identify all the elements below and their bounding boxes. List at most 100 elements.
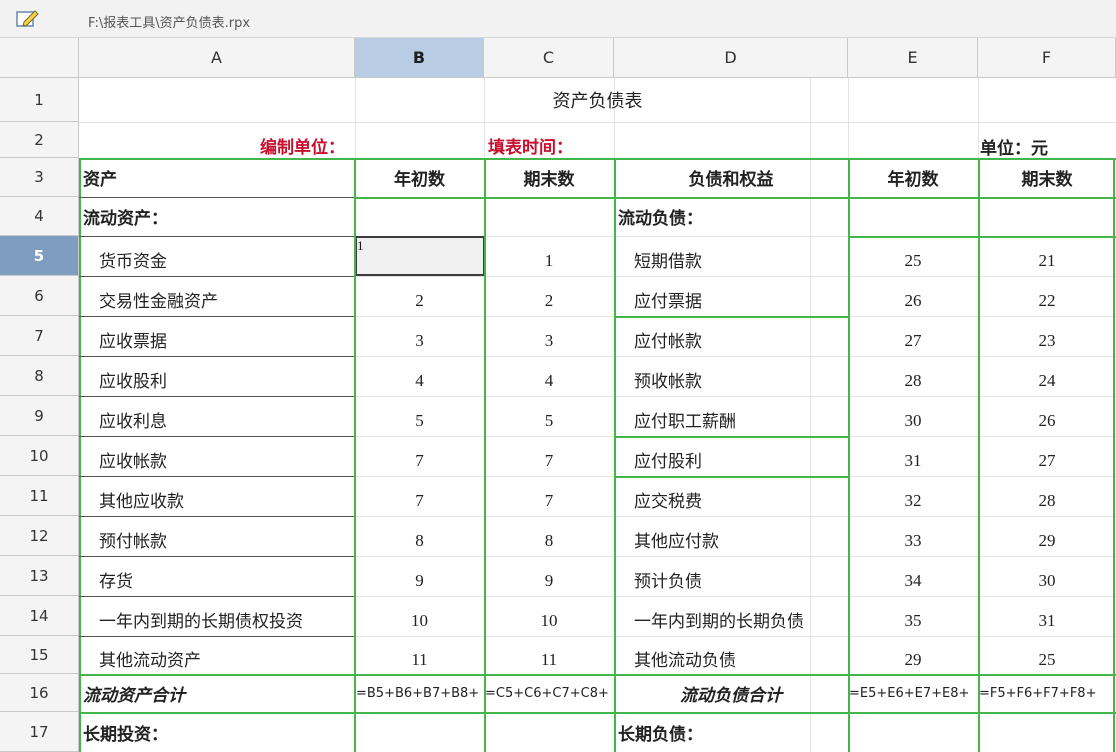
select-all-corner[interactable] <box>0 38 79 78</box>
row-header-15[interactable]: 15 <box>0 636 79 674</box>
asset-begin: 4 <box>415 371 424 390</box>
asset-name: 应收帐款 <box>99 451 167 472</box>
cell-border <box>79 276 354 277</box>
liability-end: 24 <box>1038 371 1056 390</box>
cell-border <box>79 396 354 397</box>
header-assets: 资产 <box>83 170 117 190</box>
column-header-b[interactable]: B <box>355 38 484 78</box>
column-header-c[interactable]: C <box>484 38 614 78</box>
formula-f16[interactable]: =F5+F6+F7+F8+ <box>978 674 1116 712</box>
liability-begin: 34 <box>904 571 922 590</box>
selected-cell-b5[interactable] <box>355 236 485 276</box>
cell-border <box>79 316 354 317</box>
column-header-f[interactable]: F <box>978 38 1116 78</box>
column-header-e[interactable]: E <box>848 38 978 78</box>
liability-end: 26 <box>1038 411 1056 430</box>
header-begin: 年初数 <box>394 170 445 190</box>
row-header-14[interactable]: 14 <box>0 596 79 636</box>
row-header-12[interactable]: 12 <box>0 516 79 556</box>
asset-name: 货币资金 <box>99 251 167 272</box>
row-header-9[interactable]: 9 <box>0 396 79 436</box>
row-header-10[interactable]: 10 <box>0 436 79 476</box>
table-border <box>354 158 356 752</box>
table-border <box>848 236 1116 238</box>
row-header-13[interactable]: 13 <box>0 556 79 596</box>
asset-begin: 7 <box>415 451 424 470</box>
table-border <box>978 158 980 752</box>
table-border <box>614 476 848 478</box>
column-header-a[interactable]: A <box>79 38 355 78</box>
cell-border <box>79 356 354 357</box>
table-border <box>848 158 850 752</box>
liability-name: 短期借款 <box>634 251 702 272</box>
liability-name: 应付股利 <box>634 451 702 472</box>
liability-end: 31 <box>1038 611 1056 630</box>
header-end: 期末数 <box>523 170 575 190</box>
fill-time-label: 填表时间： <box>488 137 573 158</box>
asset-end: 2 <box>544 291 554 310</box>
liability-end: 27 <box>1038 451 1056 470</box>
table-border <box>79 712 1116 714</box>
formula-c16[interactable]: =C5+C6+C7+C8+ <box>484 674 614 712</box>
table-border <box>614 316 848 318</box>
liability-name: 预计负债 <box>634 571 702 592</box>
asset-name: 预付帐款 <box>99 531 167 552</box>
cell-border <box>79 596 354 597</box>
row-header-4[interactable]: 4 <box>0 197 79 236</box>
column-header-d[interactable]: D <box>614 38 848 78</box>
table-border <box>614 158 616 752</box>
liability-begin: 25 <box>904 251 922 270</box>
asset-end: 7 <box>544 451 554 470</box>
current-assets-label: 流动资产： <box>83 209 168 229</box>
table-border <box>79 674 1116 676</box>
liability-name: 其他应付款 <box>634 531 719 552</box>
liability-name: 应交税费 <box>634 491 702 512</box>
asset-begin: 8 <box>415 531 424 550</box>
report-title: 资产负债表 <box>552 91 643 112</box>
liability-end: 23 <box>1038 331 1056 350</box>
row-header-7[interactable]: 7 <box>0 316 79 356</box>
formula-b16[interactable]: =B5+B6+B7+B8+ <box>355 674 484 712</box>
formula-e16[interactable]: =E5+E6+E7+E8+ <box>848 674 978 712</box>
liability-begin: 28 <box>904 371 922 390</box>
asset-begin: 7 <box>415 491 424 510</box>
row-header-2[interactable]: 2 <box>0 122 79 158</box>
asset-end: 1 <box>544 251 554 270</box>
asset-name: 其他流动资产 <box>99 650 201 671</box>
row-header-3[interactable]: 3 <box>0 158 79 197</box>
liability-begin: 26 <box>904 291 922 310</box>
row-header-8[interactable]: 8 <box>0 356 79 396</box>
asset-name: 应收票据 <box>99 331 167 352</box>
table-border <box>79 158 81 752</box>
cell-border <box>79 436 354 437</box>
asset-begin: 3 <box>415 331 424 350</box>
asset-begin: 10 <box>411 611 428 630</box>
liability-begin: 27 <box>904 331 922 350</box>
asset-begin: 2 <box>415 291 424 310</box>
liability-begin: 29 <box>904 650 922 669</box>
asset-name: 应收利息 <box>99 411 167 432</box>
row-header-6[interactable]: 6 <box>0 276 79 316</box>
asset-end: 5 <box>544 411 554 430</box>
row-header-17[interactable]: 17 <box>0 712 79 752</box>
asset-name: 一年内到期的长期债权投资 <box>99 611 303 632</box>
cell-border <box>79 636 354 637</box>
liability-end: 28 <box>1038 491 1056 510</box>
asset-begin: 9 <box>415 571 424 590</box>
liability-name: 一年内到期的长期负债 <box>634 611 804 632</box>
table-border <box>484 158 486 752</box>
unit-label: 编制单位： <box>260 137 345 158</box>
row-header-11[interactable]: 11 <box>0 476 79 516</box>
row-header-5[interactable]: 5 <box>0 236 79 276</box>
header-begin2: 年初数 <box>887 170 939 190</box>
asset-end: 7 <box>544 491 554 510</box>
row-header-1[interactable]: 1 <box>0 78 79 122</box>
asset-end: 3 <box>544 331 554 350</box>
liability-begin: 31 <box>904 451 922 470</box>
row-header-16[interactable]: 16 <box>0 674 79 712</box>
asset-end: 4 <box>544 371 554 390</box>
asset-name: 存货 <box>99 571 133 592</box>
long-term-liabilities-label: 长期负债： <box>618 724 703 745</box>
spreadsheet-grid[interactable]: A B C D E F 1 2 3 4 5 6 7 8 9 10 11 12 13 14 15 16 17 资产负债表 编制单位… <box>0 0 1116 752</box>
liability-begin: 35 <box>904 611 922 630</box>
